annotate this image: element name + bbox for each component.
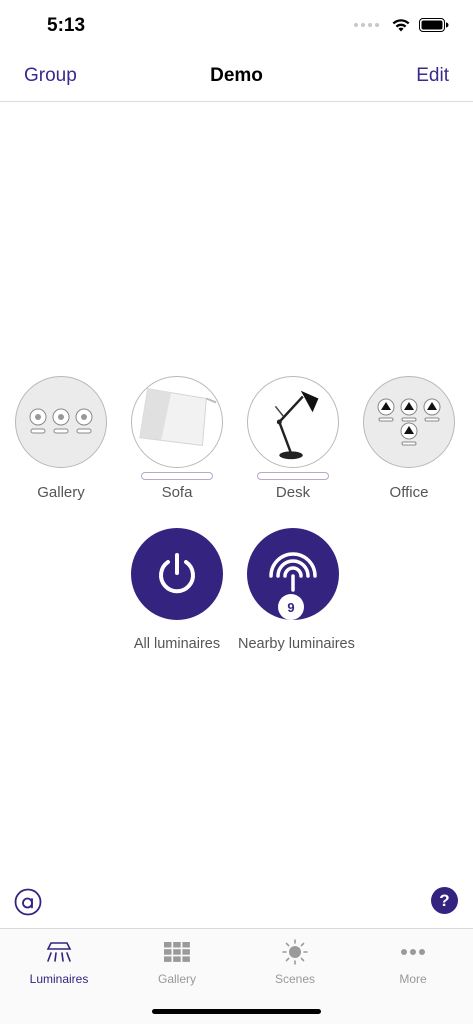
grid-icon — [164, 942, 190, 962]
luminaire-status-bar — [257, 472, 329, 480]
luminaire-icon — [46, 942, 72, 962]
nearby-signal-icon[interactable]: 9 — [247, 528, 339, 620]
status-icons — [354, 17, 449, 32]
luminaire-label: Gallery — [37, 484, 85, 501]
power-icon[interactable] — [131, 528, 223, 620]
office-pendants-icon[interactable] — [363, 376, 455, 468]
tab-label: Gallery — [157, 972, 196, 986]
tab-luminaires[interactable]: Luminaires — [0, 937, 118, 986]
nearby-luminaires-button[interactable]: 9 Nearby luminaires — [238, 528, 355, 652]
brand-a-icon[interactable] — [14, 888, 42, 916]
status-bar: 5:13 — [0, 0, 473, 50]
nearby-count-badge: 9 — [278, 594, 304, 620]
page-title: Demo — [210, 65, 263, 86]
edit-button[interactable]: Edit — [416, 65, 449, 87]
wifi-icon — [392, 19, 410, 32]
more-dots-icon — [401, 949, 425, 955]
luminaire-office[interactable]: Office — [354, 376, 464, 501]
action-label: Nearby luminaires — [238, 636, 355, 652]
tab-label: More — [399, 972, 427, 986]
luminaire-status-bar — [141, 472, 213, 480]
status-time: 5:13 — [47, 15, 86, 36]
tab-gallery[interactable]: Gallery — [118, 937, 236, 986]
battery-icon — [419, 17, 449, 32]
tab-label: Scenes — [274, 972, 316, 986]
help-button[interactable]: ? — [431, 887, 458, 914]
luminaire-gallery[interactable]: Gallery — [6, 376, 116, 501]
navigation-bar: Group Demo Edit — [0, 50, 473, 102]
action-label: All luminaires — [133, 636, 221, 652]
luminaire-label: Office — [389, 484, 429, 501]
luminaire-label: Sofa — [161, 484, 193, 501]
tab-scenes[interactable]: Scenes — [236, 937, 354, 986]
desk-lamp-image[interactable] — [247, 376, 339, 468]
all-luminaires-button[interactable]: All luminaires — [122, 528, 232, 652]
floor-lamp-image[interactable] — [131, 376, 223, 468]
luminaire-desk[interactable]: Desk — [238, 376, 348, 501]
sun-icon — [282, 939, 308, 965]
tab-label: Luminaires — [29, 972, 89, 986]
tab-more[interactable]: More — [354, 937, 472, 986]
luminaire-sofa[interactable]: Sofa — [122, 376, 232, 501]
signal-dots — [354, 22, 379, 27]
home-indicator — [152, 1009, 321, 1014]
luminaire-label: Desk — [275, 484, 311, 501]
gallery-spots-icon[interactable] — [15, 376, 107, 468]
